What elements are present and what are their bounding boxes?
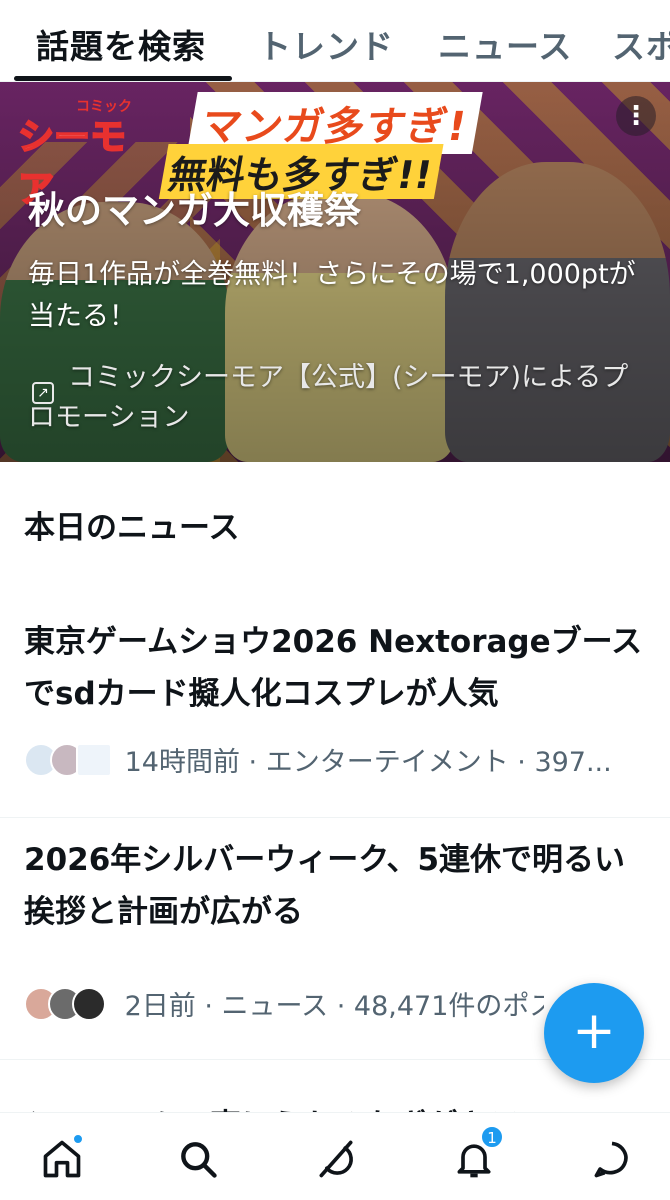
news-meta: 14時間前 · エンターテイメント · 397... <box>24 740 639 779</box>
news-headline: 東京ゲームショウ2026 Nextorageブースでsdカード擬人化コスプレが人… <box>24 624 643 712</box>
promo-title: 秋のマンガ大収穫祭 <box>28 189 361 232</box>
news-headline: 2026年シルバーウィーク、5連休で明るい挨拶と計画が広がる <box>24 842 626 930</box>
promo-sponsor[interactable]: コミックシーモア【公式】(シーモア)によるプロモーション <box>28 358 648 438</box>
section-title: 本日のニュース <box>24 510 240 546</box>
avatar-group <box>24 986 116 1021</box>
unread-dot <box>72 1133 84 1145</box>
tab-news[interactable]: ニュース <box>438 20 572 68</box>
cmoa-logo: コミック シーモア <box>17 96 140 211</box>
news-item[interactable]: 東京ゲームショウ2026 Nextorageブースでsdカード擬人化コスプレが人… <box>0 600 670 818</box>
active-tab-indicator <box>14 76 232 81</box>
tab-explore[interactable]: 話題を検索 <box>36 20 206 68</box>
compose-button[interactable]: + <box>544 983 644 1083</box>
avatar <box>76 742 112 777</box>
news-meta-text: 14時間前 · エンターテイメント · 397... <box>124 747 612 778</box>
bottom-navigation: 1 <box>0 1112 670 1200</box>
top-tab-bar: 話題を検索 トレンド ニュース スポ <box>0 0 670 82</box>
nav-messages[interactable] <box>590 1137 634 1181</box>
nav-search[interactable] <box>176 1137 220 1181</box>
tab-sports[interactable]: スポ <box>612 20 670 68</box>
avatar <box>72 986 106 1021</box>
promo-description: 毎日1作品が全巻無料！さらにその場で1,000ptが当たる！ <box>28 259 636 332</box>
messages-icon <box>594 1141 628 1178</box>
more-dots-icon[interactable]: ⋮ <box>616 96 656 136</box>
avatar-group <box>24 742 116 777</box>
tab-trends[interactable]: トレンド <box>258 20 394 68</box>
nav-grok[interactable] <box>314 1137 358 1181</box>
news-meta: 2日前 · ニュース · 48,471件のポス <box>24 984 544 1023</box>
search-icon <box>181 1142 217 1178</box>
notification-badge: 1 <box>480 1125 504 1149</box>
grok-icon <box>319 1140 353 1178</box>
news-meta-text: 2日前 · ニュース · 48,471件のポス <box>124 991 544 1022</box>
nav-home[interactable] <box>40 1133 84 1181</box>
nav-notifications[interactable]: 1 <box>452 1125 504 1181</box>
